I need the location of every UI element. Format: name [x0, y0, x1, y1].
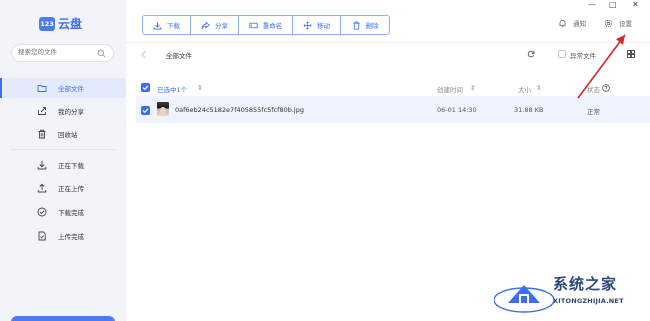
move-label: 移动 [317, 22, 330, 30]
share-button[interactable]: 分享 [191, 16, 239, 34]
check-icon [142, 108, 149, 114]
sidebar-item-label: 正在上传 [58, 185, 84, 193]
search-box[interactable] [11, 44, 114, 62]
folder-icon [37, 85, 47, 92]
file-created-time: 06-01 14:30 [437, 106, 477, 114]
rename-icon [249, 22, 258, 28]
rename-label: 重命名 [262, 22, 283, 30]
move-icon [303, 20, 312, 30]
search-icon[interactable] [97, 49, 106, 58]
file-check-icon [38, 231, 46, 241]
file-thumbnail [157, 102, 169, 116]
sort-icon[interactable]: ⇕ [197, 84, 202, 92]
share-icon [38, 107, 46, 115]
selected-count-header[interactable]: 已选中1个 [157, 84, 187, 94]
file-size: 31.88 KB [514, 106, 544, 114]
download-icon [37, 161, 47, 170]
gear-icon [604, 19, 613, 27]
upload-icon [37, 183, 47, 193]
row-checkbox[interactable] [141, 106, 150, 115]
thumbnail-face [160, 107, 166, 114]
column-created-time[interactable]: 创建时间 [437, 84, 463, 94]
sidebar-item-downloading[interactable]: 正在下载 [0, 155, 126, 175]
sidebar-item-label: 我的分享 [58, 108, 84, 116]
sidebar-bottom-button[interactable] [11, 316, 115, 321]
search-input[interactable] [18, 48, 98, 56]
move-button[interactable]: 移动 [293, 16, 341, 34]
sidebar-item-uploading[interactable]: 正在上传 [0, 178, 126, 198]
delete-button[interactable]: 删除 [341, 16, 389, 34]
notify-button[interactable]: 通知 [558, 18, 586, 28]
settings-button[interactable]: 设置 [604, 18, 632, 28]
trash-icon [352, 21, 360, 30]
check-circle-icon [37, 207, 47, 217]
select-all-checkbox[interactable] [141, 83, 150, 92]
sidebar-item-label: 正在下载 [58, 162, 84, 170]
sidebar-item-my-share[interactable]: 我的分享 [0, 101, 126, 121]
download-icon [153, 21, 162, 30]
window-minimize-button[interactable]: — [588, 0, 596, 9]
sidebar: 123 云盘 全部文件 我的分享 回收站 正在下载 [0, 0, 126, 321]
sidebar-item-recycle-bin[interactable]: 回收站 [0, 124, 126, 144]
sort-icon[interactable]: ⇕ [536, 84, 541, 92]
app-logo[interactable]: 123 云盘 [39, 15, 82, 32]
sidebar-item-label: 上传完成 [58, 233, 84, 241]
refresh-icon[interactable] [527, 50, 535, 58]
abnormal-files-checkbox[interactable] [558, 50, 566, 58]
sidebar-item-label: 全部文件 [58, 85, 84, 93]
notify-label: 通知 [573, 20, 586, 28]
download-button[interactable]: 下载 [143, 16, 191, 34]
file-status: 正常 [587, 108, 600, 116]
watermark-url: XITONGZHIJIA.NET [553, 297, 624, 305]
settings-label: 设置 [619, 20, 632, 28]
download-label: 下载 [167, 22, 180, 30]
file-action-toolbar: 下载 分享 重命名 移动 删除 [142, 15, 390, 35]
check-icon [142, 85, 149, 91]
breadcrumb[interactable]: 全部文件 [166, 50, 192, 60]
share-icon [201, 20, 210, 29]
rename-button[interactable]: 重命名 [239, 16, 293, 34]
sidebar-item-upload-done[interactable]: 上传完成 [0, 226, 126, 246]
window-maximize-button[interactable]: □ [609, 0, 617, 9]
sidebar-item-label: 下载完成 [58, 209, 84, 217]
share-label: 分享 [215, 22, 228, 30]
annotation-arrow [577, 34, 626, 99]
logo-badge: 123 [39, 16, 55, 31]
sidebar-divider [10, 149, 116, 150]
sidebar-item-all-files[interactable]: 全部文件 [0, 78, 126, 98]
back-icon[interactable] [140, 50, 148, 59]
sidebar-item-label: 回收站 [58, 131, 78, 139]
file-name[interactable]: 0af6eb24c5182e7f405855fc5fcf80b.jpg [175, 106, 304, 114]
trash-icon [38, 129, 46, 139]
logo-text: 云盘 [58, 17, 83, 31]
sort-icon[interactable]: ⇕ [470, 84, 475, 92]
watermark-title: 系统之家 [553, 275, 618, 293]
sidebar-item-download-done[interactable]: 下载完成 [0, 202, 126, 222]
column-size[interactable]: 大小 [518, 84, 531, 94]
window-close-button[interactable]: ✕ [632, 0, 639, 9]
bell-icon [559, 19, 566, 27]
delete-label: 删除 [365, 22, 379, 30]
